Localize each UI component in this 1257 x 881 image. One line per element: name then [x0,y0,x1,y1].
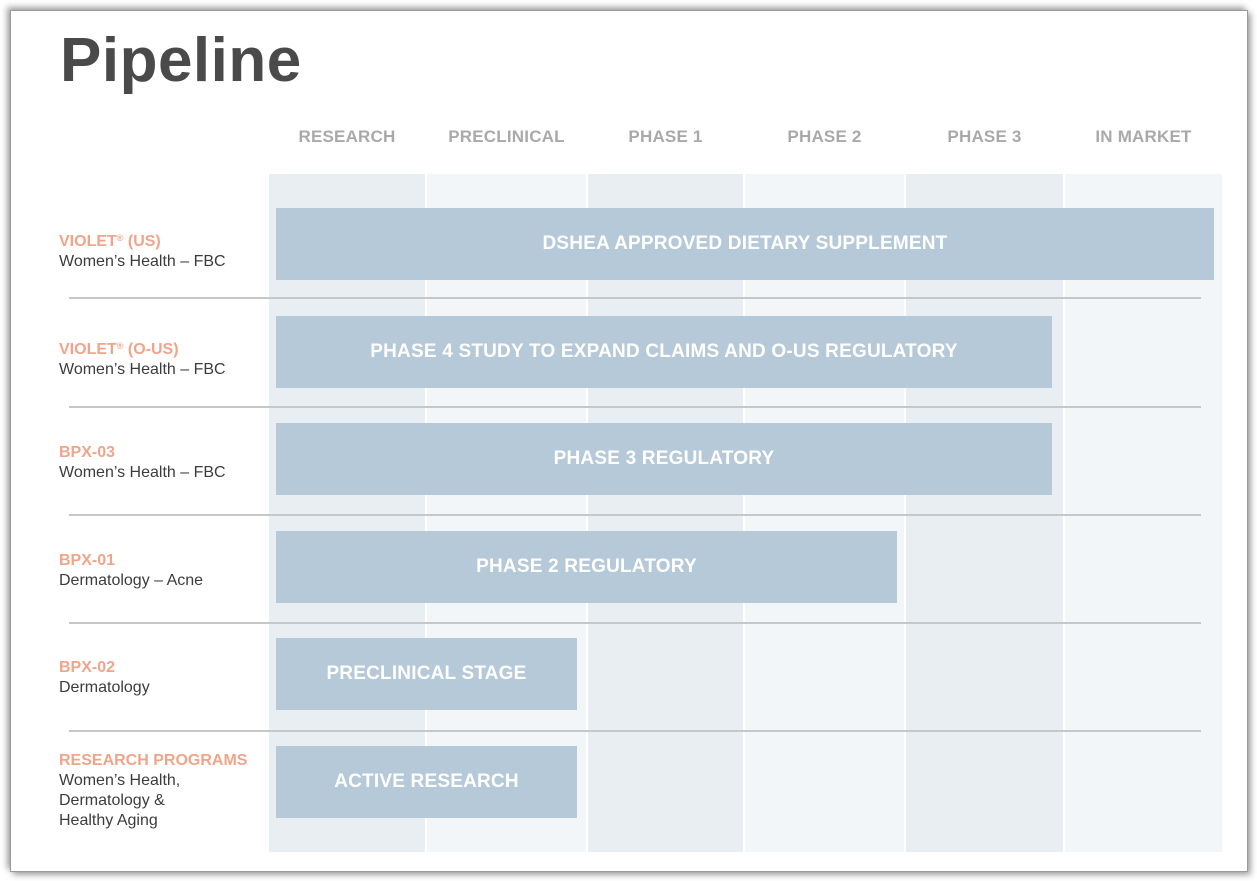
stage-header: RESEARCH [298,127,396,146]
program-name-text: RESEARCH PROGRAMS [59,752,248,769]
row-divider [69,297,1201,299]
program-name-text: BPX-02 [59,659,116,676]
row-label: BPX-03 Women’s Health – FBC [59,443,226,483]
program-indication: Women’s Health – FBC [59,464,226,481]
program-indication: Women’s Health – FBC [59,361,226,378]
row-label: VIOLET® (O-US) Women’s Health – FBC [59,336,226,380]
row-label: BPX-01 Dermatology – Acne [59,551,203,591]
row-divider [69,622,1201,624]
progress-bar: PHASE 4 STUDY TO EXPAND CLAIMS AND O-US … [276,316,1052,388]
program-region: (O-US) [127,341,179,358]
program-indication: Women’s Health, Dermatology & Healthy Ag… [59,772,181,829]
progress-bar-label: PHASE 3 REGULATORY [553,448,775,469]
program-region: (US) [127,233,161,250]
program-name-text: VIOLET [59,233,117,250]
progress-bar: ACTIVE RESEARCH [276,746,577,818]
program-name-text: BPX-01 [59,552,116,569]
row-label: RESEARCH PROGRAMS Women’s Health, Dermato… [59,751,247,831]
registered-mark: ® [116,233,124,243]
progress-bar: DSHEA APPROVED DIETARY SUPPLEMENT [276,208,1214,280]
progress-bar-label: ACTIVE RESEARCH [334,771,519,792]
program-name: VIOLET® (US) [59,228,226,252]
program-name: VIOLET® (O-US) [59,336,226,360]
program-name-text: VIOLET [59,341,117,358]
row-label: VIOLET® (US) Women’s Health – FBC [59,228,226,272]
progress-bar-label: PHASE 2 REGULATORY [476,556,697,577]
stage-header: IN MARKET [1095,127,1192,146]
progress-bar-label: PHASE 4 STUDY TO EXPAND CLAIMS AND O-US … [370,341,958,362]
program-name: RESEARCH PROGRAMS [59,751,247,771]
registered-mark: ® [116,341,124,351]
progress-bar: PHASE 2 REGULATORY [276,531,897,603]
program-indication: Dermatology – Acne [59,572,204,589]
pipeline-slide: Pipeline RESEARCH PRECLINICAL PHASE 1 PHASE… [10,10,1248,872]
row-divider [69,514,1201,516]
row-divider [69,406,1201,408]
page-title: Pipeline [60,26,302,95]
row-divider [69,730,1201,732]
progress-bar-label: DSHEA APPROVED DIETARY SUPPLEMENT [542,233,948,254]
program-indication: Women’s Health – FBC [59,253,226,270]
row-label: BPX-02 Dermatology [59,658,150,698]
program-name: BPX-03 [59,443,226,463]
program-name-text: BPX-03 [59,444,116,461]
stage-header: PRECLINICAL [448,127,565,146]
stage-header: PHASE 1 [628,127,703,146]
program-name: BPX-02 [59,658,150,678]
stage-header: PHASE 3 [947,127,1022,146]
program-indication: Dermatology [59,679,150,696]
progress-bar: PHASE 3 REGULATORY [276,423,1052,495]
progress-bar: PRECLINICAL STAGE [276,638,577,710]
stage-header: PHASE 2 [787,127,862,146]
progress-bar-label: PRECLINICAL STAGE [326,663,527,684]
program-name: BPX-01 [59,551,203,571]
